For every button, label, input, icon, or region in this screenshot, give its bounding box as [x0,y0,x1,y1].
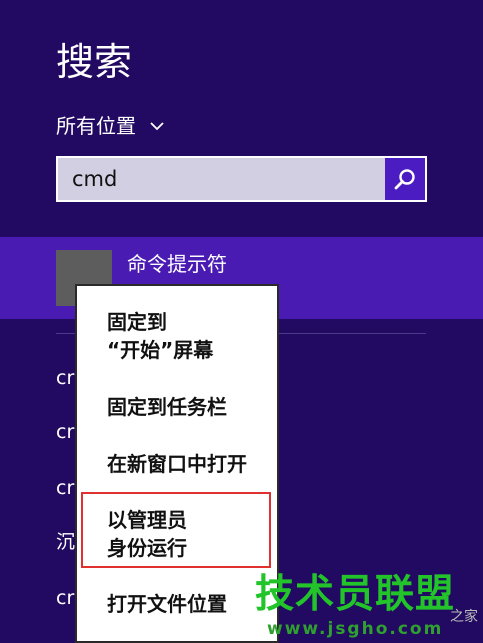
watermark-suffix: 之家 [450,609,478,625]
menu-item-run-as-admin[interactable]: 以管理员 身份运行 [107,506,187,562]
search-box [56,156,427,202]
menu-item-pin-taskbar[interactable]: 固定到任务栏 [107,393,227,421]
watermark-title: 技术员联盟 [255,572,456,617]
page-title: 搜索 [56,40,133,84]
watermark: 技术员联盟 www.jsgho.com 之家 [255,572,483,643]
context-menu: 固定到 “开始”屏幕 固定到任务栏 在新窗口中打开 以管理员 身份运行 打开文件… [75,284,279,643]
menu-item-open-file-location[interactable]: 打开文件位置 [107,590,227,618]
search-icon [394,169,415,190]
search-button[interactable] [385,158,425,200]
search-scope-dropdown[interactable]: 所有位置 [56,112,164,140]
selected-result-label: 命令提示符 [127,252,227,276]
menu-item-pin-start[interactable]: 固定到 “开始”屏幕 [107,308,213,364]
menu-item-open-new-window[interactable]: 在新窗口中打开 [107,450,247,478]
search-input[interactable] [58,158,385,200]
watermark-url: www.jsgho.com [267,619,444,639]
search-scope-label: 所有位置 [56,114,136,138]
chevron-down-icon [150,122,164,131]
